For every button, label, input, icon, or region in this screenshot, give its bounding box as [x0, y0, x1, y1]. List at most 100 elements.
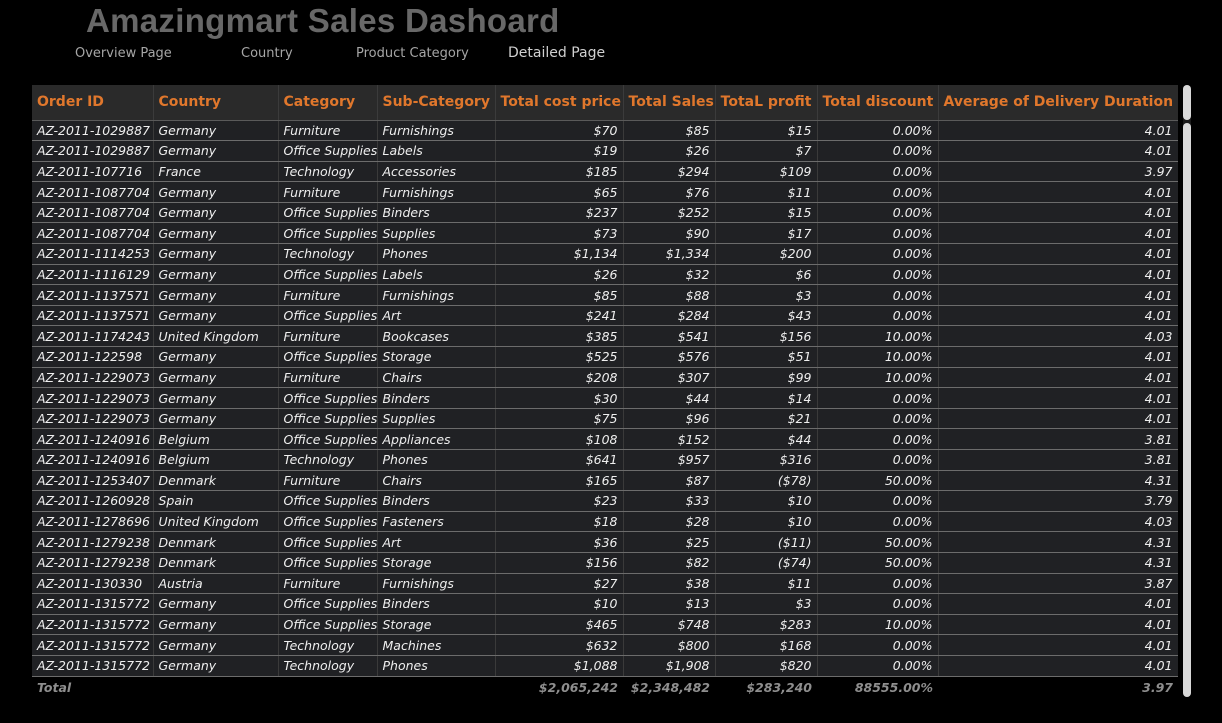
- nav-product-category[interactable]: Product Category: [356, 46, 469, 61]
- table-row[interactable]: AZ-2011-1087704 Germany Office Supplies Bin…: [32, 202, 1178, 224]
- delivery-duration-cell: 4.01: [938, 634, 1178, 656]
- scrollbar-track[interactable]: [1183, 123, 1191, 697]
- column-header-total-discount[interactable]: Total discount: [817, 85, 939, 121]
- category-cell: Office Supplies: [278, 511, 378, 533]
- table-row[interactable]: AZ-2011-1279238 Denmark Office Supplies Sto…: [32, 552, 1178, 574]
- table-row[interactable]: AZ-2011-1240916 Belgium Office Supplies App…: [32, 428, 1178, 450]
- profit-cell: $17: [715, 222, 818, 245]
- table-row[interactable]: AZ-2011-1229073 Germany Furniture Chairs $20…: [32, 367, 1178, 389]
- profit-cell: $109: [715, 161, 818, 183]
- column-header-category[interactable]: Category: [278, 85, 378, 121]
- order-id-cell: AZ-2011-1137571: [32, 305, 154, 327]
- table-total-row: Total $2,065,242 $2,348,482 $283,240 885…: [32, 675, 1178, 699]
- cost-price-cell: $85: [495, 284, 624, 306]
- sales-cell: $25: [623, 531, 716, 553]
- table-row[interactable]: AZ-2011-1229073 Germany Office Supplies Sup…: [32, 408, 1178, 430]
- order-id-cell: AZ-2011-1315772: [32, 655, 154, 677]
- delivery-duration-cell: 4.01: [938, 140, 1178, 162]
- sub-category-cell: Art: [377, 305, 496, 327]
- column-header-country[interactable]: Country: [153, 85, 279, 121]
- profit-cell: $316: [715, 449, 818, 471]
- profit-cell: $6: [715, 264, 818, 286]
- table-row[interactable]: AZ-2011-1029887 Germany Office Supplies Lab…: [32, 140, 1178, 162]
- discount-cell: 0.00%: [817, 490, 939, 512]
- order-id-cell: AZ-2011-107716: [32, 161, 154, 183]
- table-row[interactable]: AZ-2011-1174243 United Kingdom Furniture Bo…: [32, 325, 1178, 348]
- sales-cell: $748: [623, 614, 716, 636]
- order-id-cell: AZ-2011-1229073: [32, 408, 154, 430]
- table-row[interactable]: AZ-2011-1315772 Germany Office Supplies Bin…: [32, 593, 1178, 615]
- discount-cell: 0.00%: [817, 161, 939, 183]
- profit-cell: $200: [715, 243, 818, 265]
- order-id-cell: AZ-2011-1260928: [32, 490, 154, 512]
- table-row[interactable]: AZ-2011-1253407 Denmark Furniture Chairs $16…: [32, 470, 1178, 492]
- country-cell: Germany: [153, 593, 279, 615]
- category-cell: Office Supplies: [278, 387, 378, 409]
- table-row[interactable]: AZ-2011-1315772 Germany Technology Phones $1…: [32, 655, 1178, 677]
- sales-cell: $800: [623, 634, 716, 656]
- scrollbar-thumb[interactable]: [1183, 85, 1191, 120]
- category-cell: Office Supplies: [278, 531, 378, 553]
- sales-cell: $1,908: [623, 655, 716, 677]
- delivery-duration-cell: 3.97: [938, 161, 1178, 183]
- order-id-cell: AZ-2011-1240916: [32, 449, 154, 471]
- sales-cell: $44: [623, 387, 716, 409]
- sub-category-cell: Furnishings: [377, 181, 496, 203]
- table-row[interactable]: AZ-2011-1315772 Germany Technology Machines…: [32, 634, 1178, 656]
- table-row[interactable]: AZ-2011-1087704 Germany Furniture Furnishin…: [32, 181, 1178, 203]
- delivery-duration-cell: 3.81: [938, 428, 1178, 450]
- sub-category-cell: Fasteners: [377, 511, 496, 533]
- country-cell: Germany: [153, 202, 279, 224]
- country-cell: Denmark: [153, 552, 279, 574]
- nav-detailed-page[interactable]: Detailed Page: [508, 45, 605, 61]
- category-cell: Technology: [278, 634, 378, 656]
- table-row[interactable]: AZ-2011-122598 Germany Office Supplies Stor…: [32, 346, 1178, 368]
- sub-category-cell: Binders: [377, 593, 496, 615]
- table-row[interactable]: AZ-2011-1278696 United Kingdom Office Supp…: [32, 511, 1178, 533]
- cost-price-cell: $70: [495, 120, 624, 142]
- vertical-scrollbar[interactable]: [1183, 85, 1191, 697]
- table-row[interactable]: AZ-2011-1260928 Spain Office Supplies Binde…: [32, 490, 1178, 512]
- column-header-total-profit[interactable]: TotaL profit: [715, 85, 818, 121]
- country-cell: Germany: [153, 284, 279, 306]
- country-cell: Denmark: [153, 470, 279, 492]
- profit-cell: $10: [715, 490, 818, 512]
- cost-price-cell: $465: [495, 614, 624, 636]
- table-row[interactable]: AZ-2011-1137571 Germany Office Supplies Art…: [32, 305, 1178, 327]
- cost-price-cell: $26: [495, 264, 624, 286]
- nav-country[interactable]: Country: [241, 46, 293, 61]
- nav-overview-page[interactable]: Overview Page: [75, 46, 172, 61]
- cost-price-cell: $36: [495, 531, 624, 553]
- category-cell: Furniture: [278, 120, 378, 142]
- table-row[interactable]: AZ-2011-1279238 Denmark Office Supplies Art…: [32, 531, 1178, 553]
- category-cell: Furniture: [278, 325, 378, 348]
- delivery-duration-cell: 4.31: [938, 552, 1178, 574]
- delivery-duration-cell: 3.87: [938, 573, 1178, 595]
- column-header-order-id[interactable]: Order ID: [32, 85, 154, 121]
- table-row[interactable]: AZ-2011-1087704 Germany Office Supplies Sup…: [32, 222, 1178, 245]
- table-row[interactable]: AZ-2011-1137571 Germany Furniture Furnishin…: [32, 284, 1178, 306]
- table-row[interactable]: AZ-2011-107716 France Technology Accessorie…: [32, 161, 1178, 183]
- column-header-total-sales[interactable]: Total Sales: [623, 85, 716, 121]
- total-cell: [153, 675, 278, 699]
- sales-cell: $82: [623, 552, 716, 574]
- table-row[interactable]: AZ-2011-130330 Austria Furniture Furnishing…: [32, 573, 1178, 595]
- table-row[interactable]: AZ-2011-1114253 Germany Technology Phones $1…: [32, 243, 1178, 265]
- cost-price-cell: $241: [495, 305, 624, 327]
- column-header-avg-delivery-duration[interactable]: Average of Delivery Duration: [938, 85, 1178, 121]
- sub-category-cell: Art: [377, 531, 496, 553]
- discount-cell: 10.00%: [817, 325, 939, 348]
- sales-cell: $1,334: [623, 243, 716, 265]
- country-cell: Germany: [153, 614, 279, 636]
- table-row[interactable]: AZ-2011-1315772 Germany Office Supplies Sto…: [32, 614, 1178, 636]
- profit-cell: $43: [715, 305, 818, 327]
- table-row[interactable]: AZ-2011-1116129 Germany Office Supplies Lab…: [32, 264, 1178, 286]
- table-row[interactable]: AZ-2011-1240916 Belgium Technology Phones $6…: [32, 449, 1178, 471]
- sub-category-cell: Storage: [377, 552, 496, 574]
- sub-category-cell: Binders: [377, 490, 496, 512]
- delivery-duration-cell: 4.03: [938, 511, 1178, 533]
- column-header-total-cost-price[interactable]: Total cost price: [495, 85, 624, 121]
- table-row[interactable]: AZ-2011-1229073 Germany Office Supplies Bin…: [32, 387, 1178, 409]
- table-row[interactable]: AZ-2011-1029887 Germany Furniture Furnishin…: [32, 120, 1178, 142]
- column-header-sub-category[interactable]: Sub-Category: [377, 85, 496, 121]
